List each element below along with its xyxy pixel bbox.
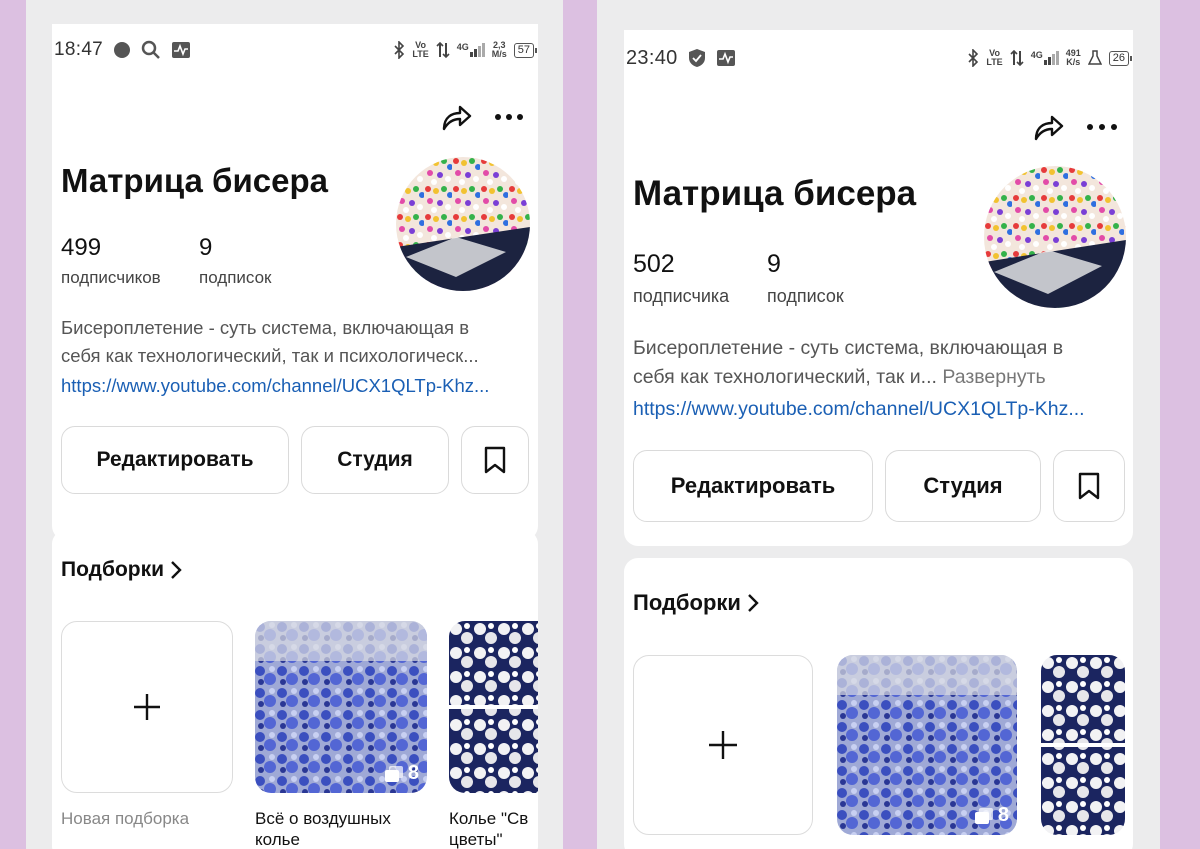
edit-button[interactable]: Редактировать — [61, 426, 289, 494]
collection-label: Колье "Св цветы" — [449, 809, 529, 849]
status-time: 18:47 — [54, 39, 104, 60]
collection-tile[interactable] — [449, 621, 538, 793]
following-count[interactable]: 9 — [767, 250, 781, 279]
stack-icon — [384, 765, 403, 782]
shield-icon — [688, 49, 705, 67]
bookmark-icon — [1078, 472, 1100, 500]
profile-bio: Бисероплетение - суть система, включающа… — [633, 337, 1064, 388]
activity-icon — [716, 50, 735, 66]
status-bar: 23:40 Vo LTE 4G 491 K/s 26 — [624, 30, 1133, 86]
collection-tile[interactable]: 8 — [837, 655, 1017, 835]
collections-header[interactable]: Подборки — [633, 590, 759, 616]
followers-count[interactable]: 502 — [633, 250, 675, 279]
net-speed: 491 K/s — [1065, 48, 1081, 67]
more-dots-icon[interactable] — [1086, 122, 1118, 132]
new-collection-label: Новая подборка — [61, 809, 190, 828]
profile-link[interactable]: https://www.youtube.com/channel/UCX1QLTp… — [633, 398, 1123, 421]
share-arrow-icon[interactable] — [440, 102, 472, 132]
edit-button[interactable]: Редактировать — [633, 450, 873, 522]
signal-indicator: 4G — [457, 43, 485, 57]
following-label[interactable]: подписок — [767, 286, 844, 307]
volte-indicator: Vo LTE — [986, 48, 1003, 67]
following-count[interactable]: 9 — [199, 234, 212, 262]
new-collection-tile[interactable] — [633, 655, 813, 835]
chevron-right-icon — [748, 594, 759, 612]
profile-title: Матрица бисера — [633, 174, 917, 213]
data-arrows-icon — [436, 41, 450, 59]
saved-button[interactable] — [1053, 450, 1125, 522]
avatar[interactable] — [984, 166, 1126, 308]
collection-tile[interactable] — [1041, 655, 1125, 835]
following-label[interactable]: подписок — [199, 268, 272, 288]
phone-screen-left: 18:47 Vo LTE 4G 2,3 M/s 57 Матрица бисера … — [52, 24, 538, 849]
avatar[interactable] — [396, 157, 530, 291]
collection-count: 8 — [384, 762, 419, 785]
collections-header[interactable]: Подборки — [61, 558, 182, 582]
status-bar: 18:47 Vo LTE 4G 2,3 M/s 57 — [52, 24, 538, 76]
bookmark-icon — [484, 446, 506, 474]
expand-bio[interactable]: Развернуть — [937, 366, 1045, 388]
new-collection-tile[interactable] — [61, 621, 233, 793]
saved-button[interactable] — [461, 426, 529, 494]
flask-icon — [1087, 50, 1102, 65]
search-icon — [141, 40, 160, 59]
status-time: 23:40 — [626, 46, 678, 69]
collection-count: 8 — [974, 804, 1009, 827]
collection-label: Всё о воздушных колье — [255, 809, 391, 849]
followers-label[interactable]: подписчика — [633, 286, 729, 307]
plus-icon — [134, 694, 160, 720]
studio-button[interactable]: Студия — [301, 426, 449, 494]
profile-bio: Бисероплетение - суть система, включающа… — [61, 317, 479, 366]
activity-icon — [172, 42, 191, 58]
chevron-right-icon — [171, 561, 182, 579]
net-speed: 2,3 M/s — [491, 40, 507, 59]
studio-button[interactable]: Студия — [885, 450, 1041, 522]
profile-title: Матрица бисера — [61, 162, 328, 199]
signal-indicator: 4G — [1031, 51, 1059, 65]
data-arrows-icon — [1010, 49, 1024, 67]
battery-indicator: 26 — [1108, 50, 1133, 66]
plus-icon — [709, 731, 737, 759]
phone-screen-right: 23:40 Vo LTE 4G 491 K/s 26 Матрица бисера … — [624, 30, 1133, 849]
stack-icon — [974, 807, 993, 824]
record-dot-icon — [114, 42, 131, 58]
profile-link[interactable]: https://www.youtube.com/channel/UCX1QLTp… — [61, 375, 531, 397]
followers-count[interactable]: 499 — [61, 234, 101, 262]
share-arrow-icon[interactable] — [1032, 112, 1064, 142]
collection-tile[interactable]: 8 — [255, 621, 427, 793]
followers-label[interactable]: подписчиков — [61, 268, 161, 288]
bluetooth-icon — [968, 49, 979, 67]
battery-indicator: 57 — [513, 42, 538, 58]
more-dots-icon[interactable] — [494, 112, 524, 122]
bluetooth-icon — [394, 41, 405, 59]
volte-indicator: Vo LTE — [412, 40, 429, 59]
